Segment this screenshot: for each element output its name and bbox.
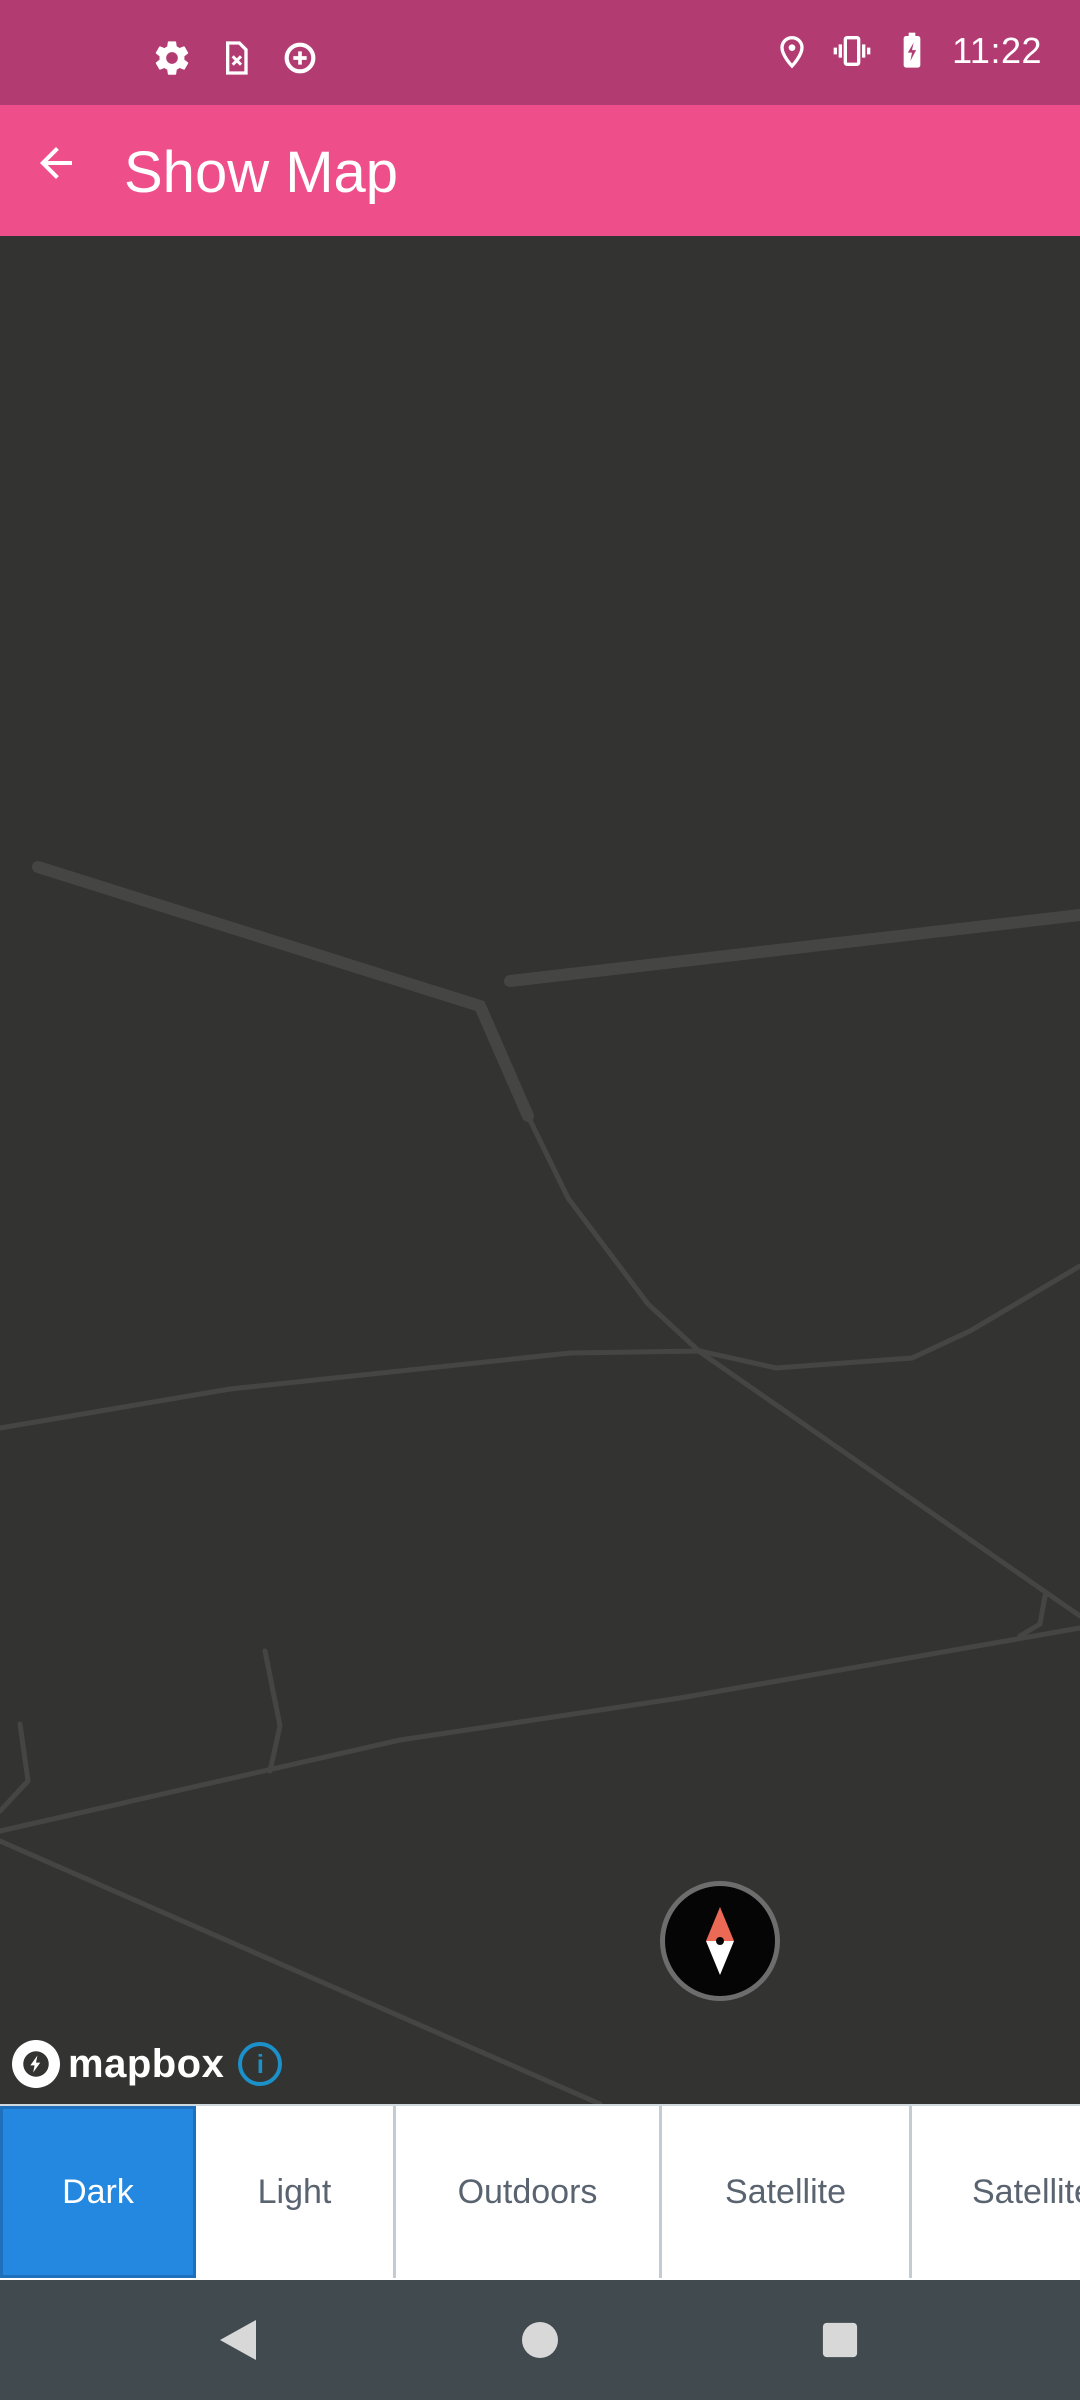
road-minor-7	[1017, 1593, 1048, 1639]
sim-card-x-icon	[226, 41, 248, 75]
road-major-2	[504, 909, 1080, 987]
data-saver-icon	[284, 42, 316, 74]
road-minor-6	[0, 1721, 31, 1814]
mapbox-logo-icon	[12, 2040, 60, 2088]
app-bar: Show Map	[0, 105, 1080, 236]
nav-back-button[interactable]	[208, 2310, 268, 2370]
tab-dark[interactable]: Dark	[0, 2106, 196, 2278]
attribution-info-button[interactable]: i	[238, 2042, 283, 2086]
compass-icon	[706, 1907, 734, 1975]
page-title: Show Map	[124, 140, 399, 205]
compass-button[interactable]	[660, 1881, 780, 2001]
system-nav-bar	[0, 2280, 1080, 2400]
back-button[interactable]	[28, 135, 84, 191]
tab-satellite-streets[interactable]: Satellite	[912, 2106, 1080, 2278]
status-clock: 11:22	[952, 30, 1042, 71]
road-minor-2	[0, 1263, 1080, 1431]
arrow-back-icon	[40, 147, 72, 179]
vibrate-icon	[833, 36, 871, 66]
tab-outdoors[interactable]: Outdoors	[396, 2106, 662, 2278]
tab-light[interactable]: Light	[196, 2106, 396, 2278]
nav-home-button[interactable]	[510, 2310, 570, 2370]
tab-satellite[interactable]: Satellite	[662, 2106, 912, 2278]
map-view[interactable]	[0, 236, 1080, 2104]
map-roads	[0, 861, 1080, 2104]
status-right-icons: 11:22	[772, 30, 1042, 72]
mapbox-attribution: mapbox i	[12, 2040, 283, 2088]
road-minor-3	[0, 1625, 1080, 1834]
road-major-1	[32, 861, 534, 1122]
status-left-icons	[152, 38, 320, 78]
settings-icon	[155, 41, 189, 75]
road-minor-5	[262, 1648, 283, 1774]
mapbox-logo: mapbox	[12, 2040, 224, 2088]
mapbox-wordmark: mapbox	[68, 2041, 225, 2086]
nav-recents-button[interactable]	[810, 2310, 870, 2370]
home-circle-icon	[522, 2322, 558, 2358]
map-style-tabs: Dark Light Outdoors Satellite Satellite	[0, 2104, 1080, 2280]
battery-charging-icon	[903, 32, 921, 68]
recents-square-icon	[822, 2322, 858, 2358]
status-bar: 11:22	[0, 0, 1080, 105]
back-triangle-icon	[220, 2320, 256, 2360]
location-icon	[780, 36, 804, 69]
